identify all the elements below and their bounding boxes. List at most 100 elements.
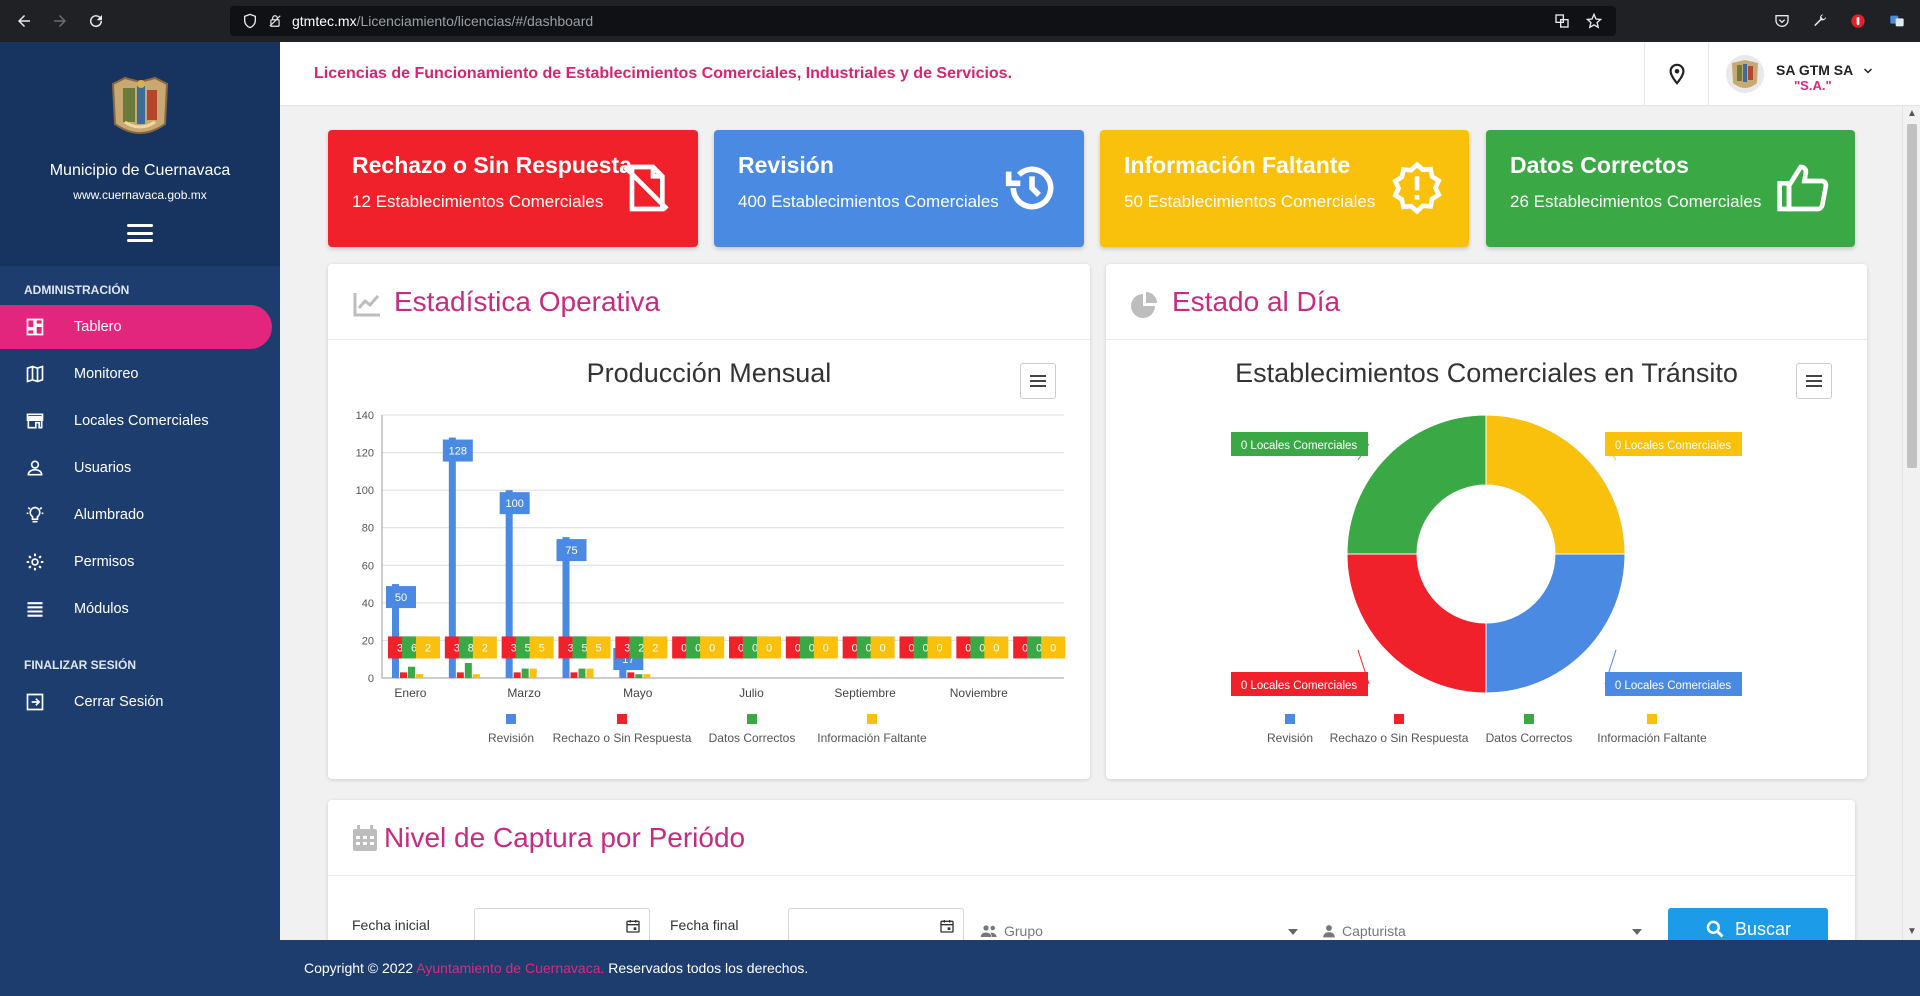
data-label: 100 bbox=[505, 498, 523, 510]
section-title-logout: FINALIZAR SESIÓN bbox=[24, 658, 137, 672]
calendar-icon bbox=[352, 824, 382, 852]
menu-toggle-icon[interactable] bbox=[127, 224, 153, 242]
url-host: gtmtec.mx bbox=[292, 13, 357, 29]
scroll-up-icon[interactable]: ▲ bbox=[1903, 106, 1920, 122]
card-info-faltante[interactable]: Información Faltante 50 Establecimientos… bbox=[1100, 130, 1469, 247]
x-tick-label: Mayo bbox=[623, 686, 653, 700]
card-rechazo[interactable]: Rechazo o Sin Respuesta 12 Establecimien… bbox=[328, 130, 698, 247]
legend-swatch bbox=[506, 714, 516, 724]
sidebar-item-modulos[interactable]: Módulos bbox=[0, 587, 280, 631]
x-tick-label: Enero bbox=[394, 686, 426, 700]
donut-chart: 0 Locales Comerciales 0 Locales Comercial… bbox=[1231, 414, 1742, 745]
sidebar-item-cerrar-sesion[interactable]: Cerrar Sesión bbox=[0, 680, 280, 724]
warning-badge-icon bbox=[1389, 160, 1445, 216]
legend-swatch bbox=[867, 714, 877, 724]
y-tick-label: 40 bbox=[362, 598, 374, 610]
translate-icon[interactable] bbox=[1554, 13, 1570, 29]
data-label: 2 bbox=[482, 642, 488, 654]
legend-label: Datos Correctos bbox=[709, 731, 796, 745]
data-label: 5 bbox=[595, 642, 601, 654]
legend-label: Revisión bbox=[488, 731, 534, 745]
y-tick-label: 60 bbox=[362, 560, 374, 572]
scroll-thumb[interactable] bbox=[1907, 124, 1917, 468]
logout-icon bbox=[24, 691, 46, 713]
lock-icon bbox=[269, 15, 281, 27]
sidebar-item-usuarios[interactable]: Usuarios bbox=[0, 446, 280, 490]
sidebar-item-label: Tablero bbox=[74, 319, 122, 335]
card-title: Información Faltante bbox=[1124, 152, 1351, 178]
bar bbox=[570, 672, 578, 678]
page-title: Licencias de Funcionamiento de Estableci… bbox=[314, 65, 1013, 82]
legend-swatch bbox=[1647, 714, 1657, 724]
pocket-icon[interactable] bbox=[1774, 13, 1790, 29]
avatar[interactable] bbox=[1726, 55, 1764, 93]
x-tick-label: Julio bbox=[739, 686, 764, 700]
page-scrollbar[interactable]: ▲ ▼ bbox=[1902, 106, 1920, 940]
card-datos-correctos[interactable]: Datos Correctos 26 Establecimientos Come… bbox=[1486, 130, 1855, 247]
sidebar-item-tablero[interactable]: Tablero bbox=[0, 305, 272, 349]
chevron-down-icon[interactable] bbox=[1862, 64, 1874, 76]
wrench-icon[interactable] bbox=[1812, 13, 1828, 29]
card-subtitle: 400 Establecimientos Comerciales bbox=[738, 192, 999, 211]
location-pin-icon[interactable] bbox=[1666, 62, 1688, 86]
card-title: Datos Correctos bbox=[1510, 152, 1689, 178]
sidebar-item-label: Módulos bbox=[74, 601, 129, 617]
back-icon[interactable] bbox=[6, 0, 42, 42]
bar bbox=[472, 674, 480, 678]
legend-swatch bbox=[617, 714, 627, 724]
data-label: 75 bbox=[565, 545, 577, 557]
sidebar-item-label: Cerrar Sesión bbox=[74, 694, 164, 710]
person-icon bbox=[24, 457, 46, 479]
top-header: Licencias de Funcionamiento de Estableci… bbox=[280, 42, 1920, 106]
group-icon bbox=[980, 924, 997, 937]
fecha-final-input[interactable] bbox=[788, 908, 964, 944]
data-label: 0 bbox=[936, 642, 942, 654]
legend-label: Revisión bbox=[1267, 731, 1313, 745]
translate-extension-icon[interactable] bbox=[1888, 13, 1906, 29]
forward-icon[interactable] bbox=[42, 0, 78, 42]
legend-label: Información Faltante bbox=[817, 731, 927, 745]
data-label: 0 bbox=[766, 642, 772, 654]
bar bbox=[464, 662, 472, 678]
calendar-icon[interactable] bbox=[939, 918, 955, 934]
card-revision[interactable]: Revisión 400 Establecimientos Comerciale… bbox=[714, 130, 1084, 247]
footer-link[interactable]: Ayuntamiento de Cuernavaca. bbox=[416, 960, 604, 976]
address-bar[interactable]: gtmtec.mx/Licenciamiento/licencias/#/das… bbox=[230, 6, 1616, 36]
calendar-icon[interactable] bbox=[625, 918, 641, 934]
sidebar: Municipio de Cuernavaca www.cuernavaca.g… bbox=[0, 42, 280, 996]
fecha-inicial-input[interactable] bbox=[474, 908, 650, 944]
sidebar-item-label: Locales Comerciales bbox=[74, 413, 209, 429]
data-label: 0 bbox=[709, 642, 715, 654]
sidebar-item-alumbrado[interactable]: Alumbrado bbox=[0, 493, 280, 537]
sidebar-item-label: Usuarios bbox=[74, 460, 132, 476]
buscar-label: Buscar bbox=[1734, 918, 1792, 939]
person-icon bbox=[1323, 924, 1335, 937]
bar bbox=[635, 674, 643, 678]
bar bbox=[513, 672, 521, 678]
sidebar-item-monitoreo[interactable]: Monitoreo bbox=[0, 352, 280, 396]
y-tick-label: 140 bbox=[356, 410, 374, 422]
extension-red-icon[interactable] bbox=[1850, 13, 1866, 29]
url-path: /Licenciamiento/licencias/#/dashboard bbox=[356, 13, 594, 29]
legend-label: Datos Correctos bbox=[1486, 731, 1573, 745]
bar bbox=[521, 668, 529, 678]
map-icon bbox=[24, 363, 46, 385]
sidebar-item-label: Permisos bbox=[74, 554, 135, 570]
y-tick-label: 120 bbox=[356, 448, 374, 460]
bar bbox=[416, 674, 423, 678]
history-icon bbox=[1004, 160, 1060, 216]
bar bbox=[408, 666, 415, 678]
bar-chart: 020406080100120140503 6 21283 8 21003 5 5753 5 5… bbox=[356, 410, 1066, 745]
user-name[interactable]: SA GTM SA bbox=[1776, 62, 1853, 78]
org-url: www.cuernavaca.gob.mx bbox=[73, 188, 207, 202]
sidebar-item-locales[interactable]: Locales Comerciales bbox=[0, 399, 280, 443]
footer-prefix: Copyright © 2022 bbox=[304, 960, 417, 976]
reload-icon[interactable] bbox=[78, 0, 114, 42]
sidebar-item-permisos[interactable]: Permisos bbox=[0, 540, 280, 584]
card-subtitle: 50 Establecimientos Comerciales bbox=[1124, 192, 1376, 211]
org-name: Municipio de Cuernavaca bbox=[49, 162, 231, 179]
bar bbox=[400, 672, 407, 678]
browser-toolbar: gtmtec.mx/Licenciamiento/licencias/#/das… bbox=[0, 0, 1920, 42]
scroll-down-icon[interactable]: ▼ bbox=[1903, 924, 1920, 940]
star-icon[interactable] bbox=[1586, 13, 1602, 29]
